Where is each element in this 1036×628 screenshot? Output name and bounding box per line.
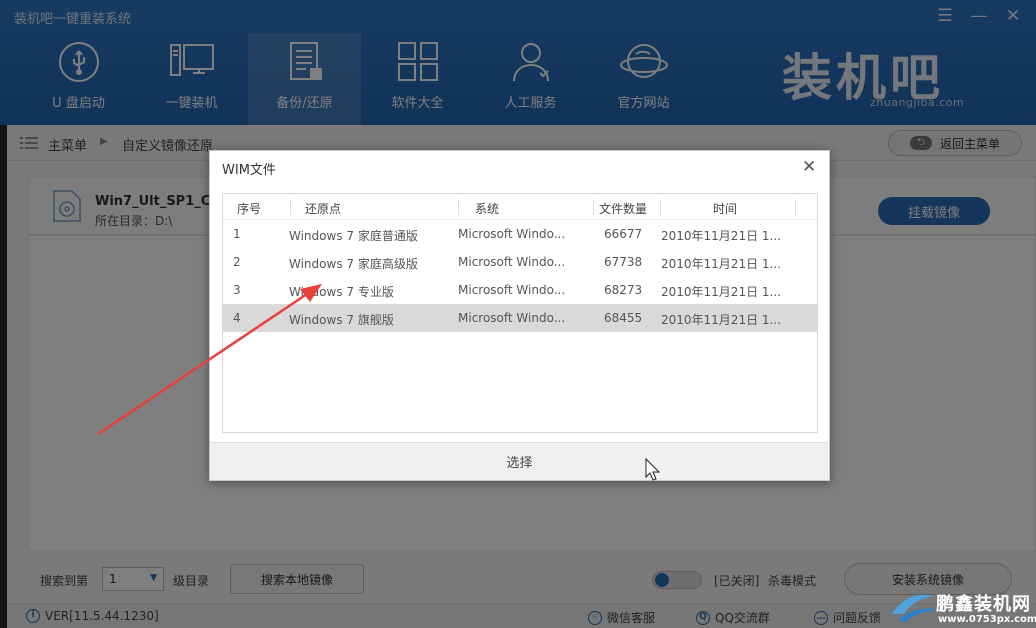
row-time: 2010年11月21日 1... — [661, 257, 781, 271]
app-title: 装机吧一键重装系统 — [14, 12, 132, 27]
row-index: 3 — [233, 283, 241, 297]
version-info: i VER[11.5.44.1230] — [26, 609, 159, 623]
status-bar: i VER[11.5.44.1230] ◦ 微信客服 Q QQ交流群 … 问题反… — [0, 603, 1036, 628]
close-button[interactable]: ✕ — [1002, 6, 1024, 26]
table-row[interactable]: 3 Windows 7 专业版 Microsoft Windo... 68273… — [223, 276, 817, 304]
row-index: 2 — [233, 255, 241, 269]
nav-software[interactable]: 软件大全 — [361, 33, 474, 125]
row-system: Microsoft Windo... — [458, 283, 566, 297]
row-restore-point: Windows 7 专业版 — [289, 285, 394, 299]
search-local-image-button[interactable]: 搜索本地镜像 — [230, 564, 364, 594]
wim-table: 序号 还原点 系统 文件数量 时间 1 Windows 7 家庭普通版 Micr… — [222, 193, 818, 433]
row-time: 2010年11月21日 1... — [661, 229, 781, 243]
nav-label: 备份/还原 — [276, 96, 333, 111]
nav-label: U 盘启动 — [52, 96, 105, 111]
level-label: 级目录 — [173, 574, 210, 588]
back-to-main-button[interactable]: ⮌ 返回主菜单 — [888, 130, 1022, 156]
chevron-down-icon: ▼ — [150, 573, 157, 583]
window-edge — [0, 125, 7, 628]
feedback-icon: … — [814, 610, 828, 625]
bottom-toolbar: 搜索到第 1 ▼ 级目录 搜索本地镜像 [已关闭] 杀毒模式 安装系统镜像 — [0, 557, 1036, 603]
row-time: 2010年11月21日 1... — [661, 285, 781, 299]
nav-label: 官方网站 — [617, 96, 670, 111]
row-restore-point: Windows 7 家庭高级版 — [289, 257, 418, 271]
nav-label: 一键装机 — [165, 96, 218, 111]
qq-group-link[interactable]: Q QQ交流群 — [696, 609, 770, 626]
dialog-title: WIM文件 — [222, 163, 276, 178]
qq-label: QQ交流群 — [715, 611, 770, 625]
column-header-file-count: 文件数量 — [599, 202, 648, 216]
back-icon: ⮌ — [909, 136, 932, 150]
apps-grid-icon — [397, 42, 438, 81]
row-time: 2010年11月21日 1... — [661, 313, 781, 327]
mount-image-button[interactable]: 挂载镜像 — [878, 197, 990, 225]
toggle-knob — [655, 573, 669, 587]
info-icon: i — [26, 609, 40, 623]
qq-icon: Q — [696, 610, 710, 625]
user-service-icon — [512, 43, 549, 82]
globe-icon — [619, 44, 668, 78]
wechat-label: 微信客服 — [607, 611, 656, 625]
wechat-service-link[interactable]: ◦ 微信客服 — [588, 609, 655, 626]
nav-one-click-install[interactable]: 一键装机 — [135, 33, 248, 125]
nav-label: 人工服务 — [504, 96, 557, 111]
column-header-time: 时间 — [713, 202, 738, 216]
column-header-index: 序号 — [237, 202, 262, 216]
search-depth-value: 1 — [109, 572, 117, 586]
table-row[interactable]: 2 Windows 7 家庭高级版 Microsoft Windo... 677… — [223, 248, 817, 276]
search-depth-select[interactable]: 1 ▼ — [102, 567, 164, 591]
antivirus-toggle[interactable] — [652, 571, 702, 589]
watermark-text: 鹏鑫装机网 — [936, 594, 1031, 615]
main-nav: U 盘启动 一键装机 备份/还原 软件大全 人工服务 官方网站 — [22, 33, 700, 125]
file-name: Win7_Ult_SP1_Ch — [95, 194, 220, 209]
nav-official-site[interactable]: 官方网站 — [587, 33, 700, 125]
feedback-link[interactable]: … 问题反馈 — [814, 609, 881, 626]
file-directory: 所在目录：D:\ — [95, 214, 173, 228]
breadcrumb-home[interactable]: 主菜单 — [48, 135, 87, 154]
column-header-system: 系统 — [475, 202, 500, 216]
row-system: Microsoft Windo... — [458, 311, 566, 325]
table-row-selected[interactable]: 4 Windows 7 旗舰版 Microsoft Windo... 68455… — [223, 304, 817, 332]
feedback-label: 问题反馈 — [833, 611, 882, 625]
app-header: 装机吧一键重装系统 ☰ — ✕ U 盘启动 一键装机 备份/还原 软件大全 人工… — [0, 0, 1036, 125]
table-header: 序号 还原点 系统 文件数量 时间 — [223, 194, 817, 220]
nav-manual-service[interactable]: 人工服务 — [474, 33, 587, 125]
row-file-count: 67738 — [604, 255, 643, 269]
table-row[interactable]: 1 Windows 7 家庭普通版 Microsoft Windo... 666… — [223, 220, 817, 248]
row-system: Microsoft Windo... — [458, 227, 566, 241]
wim-dialog: WIM文件 ✕ 序号 还原点 系统 文件数量 时间 1 Windows 7 家庭… — [209, 150, 830, 481]
nav-usb-boot[interactable]: U 盘启动 — [22, 33, 135, 125]
disc-file-icon — [53, 190, 81, 222]
nav-backup-restore[interactable]: 备份/还原 — [248, 33, 361, 125]
back-label: 返回主菜单 — [939, 136, 1000, 151]
row-index: 1 — [233, 227, 241, 241]
row-file-count: 68455 — [604, 311, 643, 325]
list-icon — [20, 137, 38, 149]
breadcrumb-arrow-icon: ▶ — [100, 136, 108, 147]
close-icon[interactable]: ✕ — [802, 157, 816, 177]
row-index: 4 — [233, 311, 241, 325]
usb-icon — [58, 42, 99, 82]
search-depth-label: 搜索到第 — [40, 574, 89, 588]
breadcrumb-current: 自定义镜像还原 — [122, 139, 214, 154]
toggle-state: [已关闭] — [714, 574, 760, 588]
nav-label: 软件大全 — [391, 96, 444, 111]
brand-url: zhuangjiba.com — [870, 96, 965, 109]
antivirus-label: 杀毒模式 — [768, 574, 817, 588]
computer-icon — [169, 44, 214, 76]
row-file-count: 68273 — [604, 283, 643, 297]
menu-icon[interactable]: ☰ — [934, 6, 956, 26]
column-header-restore-point: 还原点 — [305, 202, 342, 216]
version-text: VER[11.5.44.1230] — [45, 609, 159, 623]
wechat-icon: ◦ — [588, 610, 602, 625]
row-system: Microsoft Windo... — [458, 255, 566, 269]
row-restore-point: Windows 7 家庭普通版 — [289, 229, 418, 243]
watermark-url: www.0753px.com — [938, 614, 1036, 625]
row-file-count: 66677 — [604, 227, 643, 241]
row-restore-point: Windows 7 旗舰版 — [289, 313, 394, 327]
minimize-button[interactable]: — — [968, 6, 990, 26]
backup-icon — [289, 42, 322, 80]
select-button[interactable]: 选择 — [210, 442, 829, 480]
